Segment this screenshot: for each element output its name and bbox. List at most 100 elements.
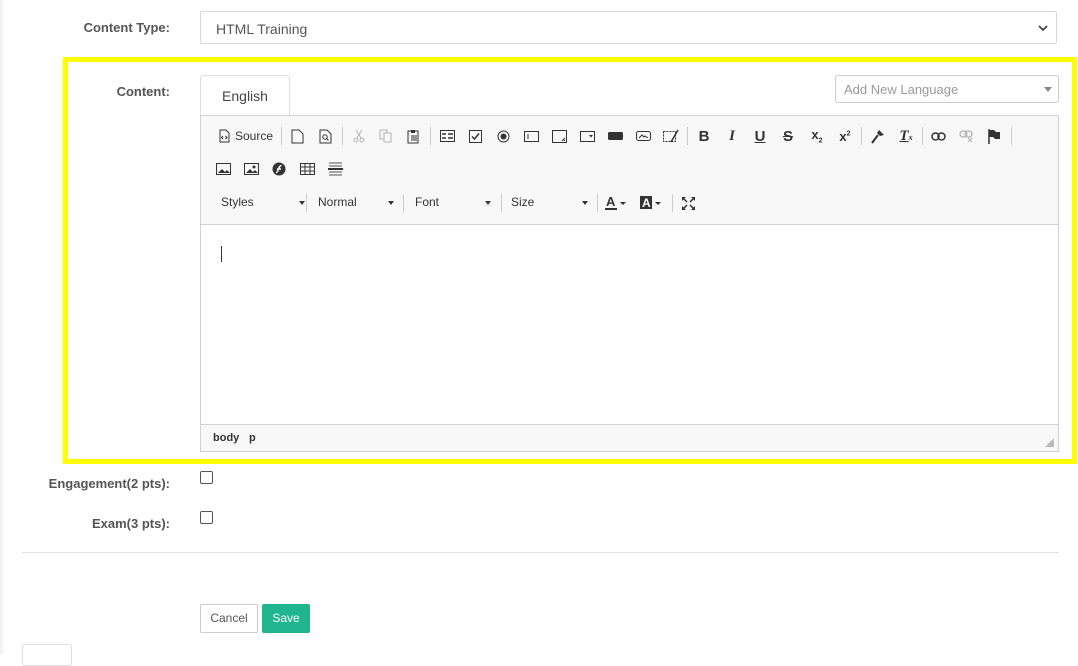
caret-down-icon [299, 201, 305, 205]
superscript-icon: x2 [839, 128, 851, 144]
content-type-value: HTML Training [216, 21, 308, 37]
image2-button[interactable] [241, 158, 261, 180]
paste-button[interactable] [404, 125, 424, 147]
path-body[interactable]: body [213, 432, 239, 444]
strike-icon: S [782, 127, 793, 145]
engagement-label: Engagement(2 pts): [48, 476, 170, 491]
copy-icon [379, 129, 392, 143]
font-combo[interactable]: Font [405, 192, 497, 214]
caret-down-icon [485, 201, 491, 205]
textarea-button[interactable] [549, 125, 569, 147]
button-icon [607, 132, 623, 140]
font-label: Font [415, 195, 440, 209]
checkbox-icon [468, 129, 482, 143]
checkbox-button[interactable] [465, 125, 485, 147]
italic-button[interactable]: I [722, 125, 742, 147]
text-color-button[interactable]: A [604, 192, 630, 214]
superscript-button[interactable]: x2 [834, 125, 856, 147]
remove-format-button[interactable]: Tx [895, 125, 917, 147]
size-label: Size [511, 195, 535, 209]
toolbar-separator [687, 127, 688, 145]
copy-button[interactable] [376, 125, 396, 147]
image-button-insert[interactable] [213, 158, 233, 180]
editor-statusbar: body p [201, 424, 1058, 451]
radio-icon [497, 130, 509, 142]
exam-checkbox[interactable] [200, 511, 213, 524]
format-combo[interactable]: Normal [308, 192, 400, 214]
add-language-select[interactable]: Add New Language [835, 75, 1059, 103]
resize-handle-icon[interactable] [1045, 438, 1054, 447]
left-border [0, 0, 3, 654]
path-p[interactable]: p [249, 432, 256, 444]
form-button[interactable] [437, 125, 457, 147]
svg-text:A: A [642, 196, 651, 210]
anchor-button[interactable] [984, 125, 1004, 147]
source-icon [219, 129, 230, 143]
horizontal-rule-icon [327, 162, 343, 176]
text-field-button[interactable] [521, 125, 541, 147]
rich-text-editor: Source B I U S x2 x2 Tx Styles Normal Fo… [200, 115, 1059, 452]
strike-button[interactable]: S [778, 125, 798, 147]
subscript-button[interactable]: x2 [806, 125, 828, 147]
tab-english[interactable]: English [200, 75, 290, 116]
image-button-icon [635, 131, 651, 141]
copy-format-button[interactable] [867, 125, 887, 147]
cut-button[interactable] [349, 125, 369, 147]
table-button[interactable] [297, 158, 317, 180]
button-button[interactable] [605, 125, 625, 147]
copy-format-icon [870, 129, 884, 144]
text-field-icon [523, 130, 539, 142]
save-button[interactable]: Save [262, 604, 310, 633]
image-button-button[interactable] [633, 125, 653, 147]
italic-icon: I [729, 127, 735, 144]
size-combo[interactable]: Size [502, 192, 594, 214]
editor-toolbar: Source B I U S x2 x2 Tx Styles Normal Fo… [201, 116, 1058, 225]
unlink-button[interactable] [956, 125, 976, 147]
select-button[interactable] [577, 125, 597, 147]
flash-button[interactable] [269, 158, 289, 180]
format-label: Normal [318, 195, 357, 209]
source-label: Source [234, 129, 274, 143]
source-button[interactable]: Source [215, 125, 275, 147]
text-cursor [221, 246, 222, 262]
svg-text:A: A [606, 195, 616, 209]
chevron-down-icon [1038, 25, 1048, 32]
content-type-label: Content Type: [83, 20, 170, 35]
link-button[interactable] [928, 125, 948, 147]
subscript-icon: x2 [811, 127, 823, 145]
bold-button[interactable]: B [694, 125, 714, 147]
textarea-icon [551, 129, 567, 143]
preview-icon [319, 129, 331, 143]
exam-label: Exam(3 pts): [91, 516, 170, 531]
toolbar-separator [922, 127, 923, 145]
toolbar-separator [281, 127, 282, 145]
remove-format-icon: Tx [899, 127, 913, 144]
caret-down-icon [1044, 87, 1052, 92]
radio-button[interactable] [493, 125, 513, 147]
partial-button[interactable] [22, 644, 72, 666]
engagement-checkbox[interactable] [200, 471, 213, 484]
maximize-icon [681, 196, 695, 210]
toolbar-separator [403, 194, 404, 212]
anchor-icon [987, 128, 1000, 144]
section-divider [22, 552, 1059, 553]
image-icon [215, 163, 231, 175]
styles-combo[interactable]: Styles [211, 192, 305, 214]
maximize-button[interactable] [678, 192, 698, 214]
add-language-placeholder: Add New Language [844, 82, 959, 97]
cancel-button[interactable]: Cancel [200, 604, 258, 633]
underline-button[interactable]: U [750, 125, 770, 147]
editor-content-area[interactable] [201, 225, 1058, 425]
bg-color-icon: A [640, 196, 661, 210]
image2-icon [243, 163, 259, 175]
new-page-button[interactable] [287, 125, 307, 147]
content-type-select[interactable]: HTML Training [200, 11, 1057, 44]
cut-icon [353, 129, 365, 143]
toolbar-separator [306, 194, 307, 212]
hidden-field-button[interactable] [661, 125, 681, 147]
link-icon [930, 131, 946, 141]
toolbar-separator [342, 127, 343, 145]
preview-button[interactable] [315, 125, 335, 147]
horizontal-rule-button[interactable] [325, 158, 345, 180]
bg-color-button[interactable]: A [639, 192, 665, 214]
